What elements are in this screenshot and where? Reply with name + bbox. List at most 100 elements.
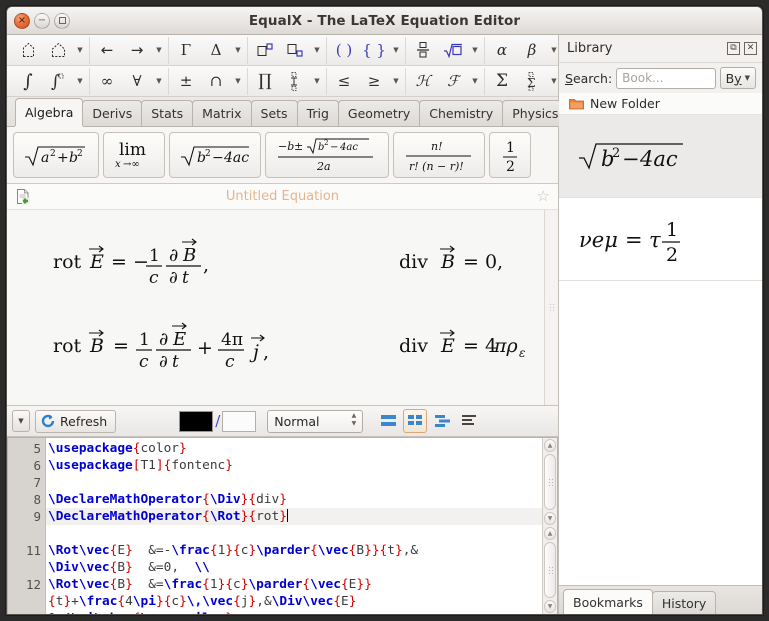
box-template-tall-icon[interactable] — [43, 38, 73, 63]
tab-matrix[interactable]: Matrix — [192, 100, 252, 126]
spinbox-up-arrow[interactable]: ▲ — [352, 412, 357, 419]
code-line[interactable]: {t}+\frac{4\pi}{c}\,\vec{j},&\Div\vec{E} — [46, 593, 542, 610]
tab-geometry[interactable]: Geometry — [337, 100, 421, 126]
library-folder-item[interactable]: New Folder — [559, 93, 762, 115]
palette-sqrt-discriminant[interactable]: b 2 − 4ac — [169, 132, 261, 178]
code-line[interactable] — [46, 525, 542, 542]
size-spinbox[interactable]: Normal ▲ ▼ — [267, 409, 364, 433]
parentheses-icon[interactable]: ( ) — [329, 38, 359, 63]
float-panel-icon[interactable]: ⧉ — [727, 42, 740, 55]
code-line[interactable]: \DeclareMathOperator{\Div}{div} — [46, 491, 542, 508]
tab-history[interactable]: History — [651, 591, 717, 614]
structures-dropdown-arrow[interactable] — [73, 38, 87, 63]
arrow-left-icon[interactable]: ← — [92, 38, 122, 63]
scroll-thumb[interactable] — [544, 454, 556, 510]
maximize-window-button[interactable] — [54, 12, 70, 29]
tab-algebra[interactable]: Algebra — [15, 98, 84, 126]
operators-dropdown-arrow[interactable] — [231, 69, 245, 94]
code-line[interactable]: \Rot\vec{E} &=-\frac{1}{c}\parder{\vec{B… — [46, 542, 542, 559]
editor-scroll-unit-bottom[interactable]: ▲ ▼ — [543, 526, 557, 614]
relations-dropdown-arrow[interactable] — [389, 69, 403, 94]
spinbox-arrows[interactable]: ▲ ▼ — [352, 412, 357, 427]
tab-bookmarks[interactable]: Bookmarks — [563, 589, 653, 614]
preview-scrollbar[interactable] — [544, 210, 558, 405]
scroll-up-arrow[interactable]: ▲ — [544, 527, 556, 540]
code-line[interactable] — [46, 474, 542, 491]
tab-derivs[interactable]: Derivs — [82, 100, 143, 126]
integrals-dropdown-arrow[interactable] — [73, 69, 87, 94]
infinity-icon[interactable]: ∞ — [92, 69, 122, 94]
palette-binomial-coefficient[interactable]: n! r! (n − r)! — [393, 132, 485, 178]
less-equal-icon[interactable]: ≤ — [329, 69, 359, 94]
editor-scrollbar[interactable]: ▲ ▼ ▲ ▼ — [542, 438, 557, 614]
equation-preview[interactable]: rot E = − 1 c ∂ B ∂ t , div B = 0, rot B… — [7, 210, 558, 405]
intersection-icon[interactable]: ∩ — [201, 69, 231, 94]
scroll-up-arrow[interactable]: ▲ — [544, 439, 556, 452]
search-input[interactable]: Book... — [616, 67, 716, 89]
script-f-icon[interactable]: ℱ — [438, 69, 468, 94]
star-icon[interactable]: ☆ — [537, 189, 550, 204]
sum-limits-icon[interactable]: Σ — [517, 69, 547, 94]
refresh-button[interactable]: Refresh — [35, 409, 117, 433]
close-panel-icon[interactable]: ✕ — [744, 42, 757, 55]
minimize-window-button[interactable]: − — [34, 12, 50, 29]
latex-source-editor[interactable]: 5 6 7 8 9 . 11 . 12 . . \usepackage{colo… — [7, 437, 558, 614]
editor-scroll-unit-top[interactable]: ▲ ▼ — [543, 438, 557, 526]
align-indent-button[interactable] — [430, 409, 454, 433]
library-item-nu-e-mu[interactable]: νeμ = τ 1 2 — [559, 198, 762, 281]
new-document-icon[interactable] — [15, 188, 31, 205]
scroll-thumb[interactable] — [544, 542, 556, 598]
code-line[interactable]: \usepackage{color} — [46, 440, 542, 457]
sum-icon[interactable]: Σ — [487, 69, 517, 94]
script-h-icon[interactable]: ℋ — [408, 69, 438, 94]
scroll-down-arrow[interactable]: ▼ — [544, 512, 556, 525]
arrows-dropdown-arrow[interactable] — [152, 38, 166, 63]
plus-minus-icon[interactable]: ± — [171, 69, 201, 94]
code-line[interactable]: \DeclareMathOperator{\Rot}{rot} — [46, 508, 542, 525]
box-template-icon[interactable] — [13, 38, 43, 63]
align-stacked-button[interactable] — [376, 409, 400, 433]
greek-upper-dropdown-arrow[interactable] — [231, 38, 245, 63]
scripts-dropdown-arrow[interactable] — [310, 38, 324, 63]
fraction-root-dropdown-arrow[interactable] — [468, 38, 482, 63]
background-color-swatch[interactable] — [222, 410, 257, 432]
code-line[interactable]: \usepackage[T1]{fontenc} — [46, 457, 542, 474]
integral-icon[interactable]: ∫ — [13, 69, 43, 94]
code-line[interactable]: \Div\vec{B} &=0, \\ — [46, 559, 542, 576]
spinbox-down-arrow[interactable]: ▼ — [352, 420, 357, 427]
tab-sets[interactable]: Sets — [250, 100, 298, 126]
alpha-icon[interactable]: α — [487, 38, 517, 63]
search-by-dropdown[interactable]: By ▼ — [719, 67, 756, 89]
scroll-down-arrow[interactable]: ▼ — [544, 600, 556, 613]
code-line[interactable]: &=4\pi\rho_{\varepsilon} — [46, 610, 542, 614]
tab-chemistry[interactable]: Chemistry — [419, 100, 504, 126]
align-left-button[interactable] — [457, 409, 481, 433]
product-icon[interactable]: ∏ — [250, 69, 280, 94]
close-window-button[interactable]: × — [14, 12, 30, 29]
library-item-list[interactable]: b 2 − 4ac νeμ = τ 1 2 — [559, 115, 762, 585]
calligraphic-dropdown-arrow[interactable] — [468, 69, 482, 94]
superscript-icon[interactable] — [250, 38, 280, 63]
radical-icon[interactable] — [438, 38, 468, 63]
library-item-sqrt-discriminant[interactable]: b 2 − 4ac — [559, 115, 762, 198]
delimiters-dropdown-arrow[interactable] — [389, 38, 403, 63]
fraction-icon[interactable] — [408, 38, 438, 63]
foreground-color-swatch[interactable] — [179, 410, 214, 432]
braces-icon[interactable]: { } — [359, 38, 389, 63]
palette-one-half-fraction[interactable]: 1 2 — [489, 132, 531, 178]
big-operators-dropdown-arrow[interactable] — [310, 69, 324, 94]
tab-trig[interactable]: Trig — [296, 100, 339, 126]
integral-limits-icon[interactable]: ∫ — [43, 69, 73, 94]
gamma-icon[interactable]: Γ — [171, 38, 201, 63]
forall-icon[interactable]: ∀ — [122, 69, 152, 94]
code-line[interactable]: \Rot\vec{B} &=\frac{1}{c}\parder{\vec{E}… — [46, 576, 542, 593]
arrow-right-icon[interactable]: → — [122, 38, 152, 63]
options-dropdown-button[interactable]: ▼ — [12, 410, 30, 432]
logic-dropdown-arrow[interactable] — [152, 69, 166, 94]
beta-icon[interactable]: β — [517, 38, 547, 63]
subscript-icon[interactable] — [280, 38, 310, 63]
preview-scrollbar-thumb[interactable] — [549, 302, 555, 313]
align-grid-button[interactable] — [403, 409, 428, 433]
latex-code-area[interactable]: \usepackage{color} \usepackage[T1]{fonten… — [46, 438, 542, 614]
palette-limit-x-to-infinity[interactable]: lim x →∞ — [103, 132, 165, 178]
